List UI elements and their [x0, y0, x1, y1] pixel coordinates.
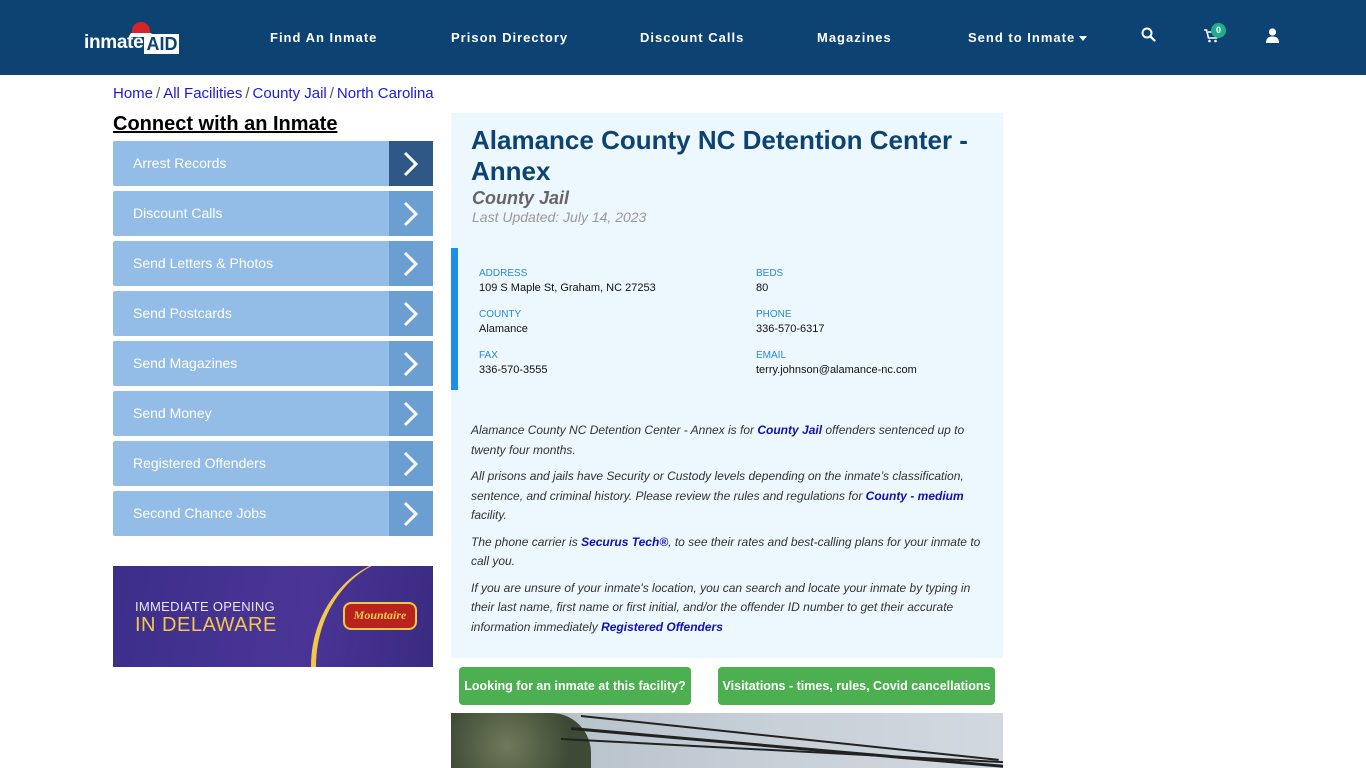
chevron-right-icon [389, 441, 433, 486]
address-field: ADDRESS 109 S Maple St, Graham, NC 27253 [479, 268, 656, 294]
text: Alamance County NC Detention Center - An… [471, 423, 758, 437]
description-paragraph: The phone carrier is Securus Tech®, to s… [471, 533, 991, 572]
sidebar-item-label: Send Magazines [133, 355, 238, 371]
email-value: terry.johnson@alamance-nc.com [756, 364, 917, 376]
facility-panel: Alamance County NC Detention Center - An… [451, 113, 1003, 658]
ad-line1: IMMEDIATE OPENING [135, 599, 275, 614]
sidebar-item-arrest-records[interactable]: Arrest Records [113, 141, 433, 186]
job-ad-banner[interactable]: IMMEDIATE OPENING IN DELAWARE Mountaire [113, 566, 433, 667]
email-label: EMAIL [756, 350, 787, 361]
chevron-right-icon [389, 141, 433, 186]
description-paragraph: Alamance County NC Detention Center - An… [471, 421, 991, 460]
address-label: ADDRESS [479, 268, 528, 279]
fax-field: FAX 336-570-3555 [479, 350, 548, 376]
sidebar-item-label: Send Postcards [133, 305, 232, 321]
breadcrumb-north-carolina[interactable]: North Carolina [337, 85, 434, 102]
sidebar-item-label: Send Money [133, 405, 212, 421]
nav-prison-directory[interactable]: Prison Directory [451, 30, 568, 45]
beds-label: BEDS [756, 268, 784, 279]
nav-send-to-inmate-dropdown[interactable]: Send to Inmate [968, 30, 1088, 45]
breadcrumb-all-facilities[interactable]: All Facilities [163, 85, 242, 102]
sidebar-item-send-money[interactable]: Send Money [113, 391, 433, 436]
chevron-right-icon [389, 291, 433, 336]
sidebar-item-label: Discount Calls [133, 205, 223, 221]
county-field: COUNTY Alamance [479, 309, 528, 335]
phone-value: 336-570-6317 [756, 323, 825, 335]
chevron-right-icon [389, 341, 433, 386]
last-updated: Last Updated: July 14, 2023 [472, 209, 647, 225]
top-navbar: inmate AID Find An Inmate Prison Directo… [0, 0, 1366, 75]
nav-discount-calls[interactable]: Discount Calls [640, 30, 744, 45]
description-paragraph: All prisons and jails have Security or C… [471, 467, 991, 526]
sidebar-item-send-postcards[interactable]: Send Postcards [113, 291, 433, 336]
phone-field: PHONE 336-570-6317 [756, 309, 825, 335]
facility-info-box: ADDRESS 109 S Maple St, Graham, NC 27253… [451, 248, 1003, 390]
site-logo[interactable]: inmate AID [84, 22, 180, 54]
sidebar-item-discount-calls[interactable]: Discount Calls [113, 191, 433, 236]
sidebar-item-label: Second Chance Jobs [133, 505, 267, 521]
sidebar-item-second-chance-jobs[interactable]: Second Chance Jobs [113, 491, 433, 536]
nav-send-to-inmate-label: Send to Inmate [968, 30, 1076, 45]
nav-find-an-inmate[interactable]: Find An Inmate [270, 30, 377, 45]
photo-wire [570, 727, 1003, 768]
santa-hat-icon [130, 22, 152, 37]
chevron-right-icon [389, 191, 433, 236]
breadcrumb-separator: / [329, 85, 334, 102]
nav-magazines[interactable]: Magazines [817, 30, 892, 45]
sidebar-menu: Arrest Records Discount Calls Send Lette… [113, 141, 433, 541]
breadcrumb: Home / All Facilities / County Jail / North Ca… [113, 85, 434, 102]
text: The phone carrier is [471, 534, 582, 549]
facility-description: Alamance County NC Detention Center - An… [471, 421, 991, 644]
county-value: Alamance [479, 323, 528, 335]
visitations-button[interactable]: Visitations - times, rules, Covid cancel… [718, 667, 995, 705]
fax-label: FAX [479, 350, 498, 361]
sidebar-item-send-letters-photos[interactable]: Send Letters & Photos [113, 241, 433, 286]
county-jail-link[interactable]: County Jail [757, 423, 822, 437]
chevron-right-icon [389, 241, 433, 286]
chevron-right-icon [389, 491, 433, 536]
user-icon[interactable] [1266, 28, 1279, 48]
fax-value: 336-570-3555 [479, 364, 548, 376]
sidebar-item-label: Send Letters & Photos [133, 255, 274, 271]
breadcrumb-separator: / [245, 85, 250, 102]
chevron-right-icon [389, 391, 433, 436]
description-paragraph: If you are unsure of your inmate's locat… [471, 579, 991, 638]
breadcrumb-separator: / [156, 85, 161, 102]
breadcrumb-county-jail[interactable]: County Jail [253, 85, 327, 102]
sidebar-item-send-magazines[interactable]: Send Magazines [113, 341, 433, 386]
caret-down-icon [1079, 36, 1088, 42]
email-field: EMAIL terry.johnson@alamance-nc.com [756, 350, 917, 376]
find-inmate-at-facility-button[interactable]: Looking for an inmate at this facility? [459, 667, 691, 705]
photo-wire [580, 715, 999, 761]
photo-tree [451, 713, 591, 768]
phone-carrier-link[interactable]: Securus Tech® [581, 535, 668, 549]
text: facility. [471, 508, 507, 522]
ad-line2: IN DELAWARE [135, 614, 277, 636]
registered-offenders-link[interactable]: Registered Offenders [601, 620, 723, 634]
cart-count-badge: 0 [1211, 23, 1226, 38]
sidebar-item-label: Arrest Records [133, 155, 227, 171]
search-icon[interactable] [1141, 27, 1156, 47]
phone-label: PHONE [756, 309, 792, 320]
logo-accent-text: AID [144, 34, 180, 54]
sidebar-item-registered-offenders[interactable]: Registered Offenders [113, 441, 433, 486]
breadcrumb-home[interactable]: Home [113, 85, 153, 102]
security-level-link[interactable]: County - medium [866, 489, 964, 503]
facility-photo [451, 713, 1003, 768]
facility-type: County Jail [472, 188, 570, 208]
sidebar-item-label: Registered Offenders [133, 455, 266, 471]
beds-value: 80 [756, 282, 769, 294]
beds-field: BEDS 80 [756, 268, 783, 294]
sidebar-title: Connect with an Inmate [113, 113, 338, 135]
ad-brand-logo: Mountaire [343, 602, 417, 630]
facility-title: Alamance County NC Detention Center - An… [471, 125, 968, 186]
county-label: COUNTY [479, 309, 522, 320]
address-value: 109 S Maple St, Graham, NC 27253 [479, 282, 656, 294]
